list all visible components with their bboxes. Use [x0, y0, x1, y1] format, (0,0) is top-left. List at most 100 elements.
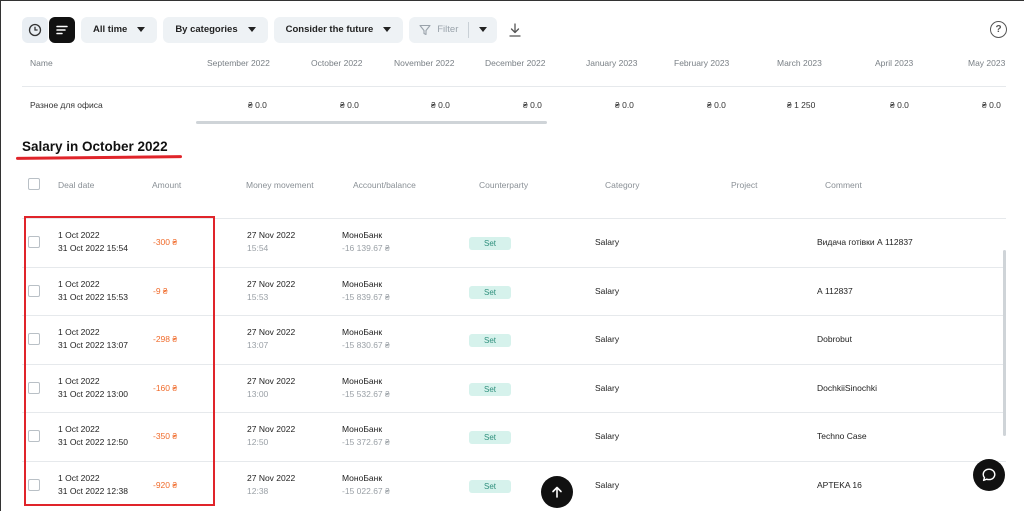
scroll-to-top-button[interactable]	[541, 476, 573, 508]
account-balance: -15 532.67 ₴	[342, 389, 390, 399]
comment-cell: А 112837	[817, 286, 853, 296]
move-date: 27 Nov 2022	[247, 424, 296, 434]
account-cell: МоноБанк -15 839.67 ₴	[342, 278, 390, 304]
column-header-deal-date[interactable]: Deal date	[58, 180, 94, 190]
toolbar: All time By categories Consider the futu…	[22, 16, 523, 43]
arrow-up-icon	[552, 486, 562, 498]
filter-label: Filter	[437, 24, 459, 35]
monthly-row-name: Разное для офиса	[30, 100, 103, 110]
move-date: 27 Nov 2022	[247, 279, 296, 289]
comment-cell: DochkiiSinochki	[817, 383, 877, 393]
comment-cell: APTEKA 16	[817, 480, 862, 490]
comment-cell: Видача готівки А 112837	[817, 237, 913, 247]
account-balance: -16 139.67 ₴	[342, 243, 390, 253]
move-time: 13:00	[247, 389, 269, 399]
grid-divider	[22, 86, 1006, 87]
clock-icon	[28, 23, 42, 36]
monthly-value: ₴ 0.0	[707, 100, 726, 110]
category-cell: Salary	[595, 480, 620, 490]
grouping-dropdown[interactable]: By categories	[163, 16, 268, 43]
column-header-counterparty[interactable]: Counterparty	[479, 180, 528, 190]
move-time: 13:07	[247, 340, 269, 350]
money-movement-cell: 27 Nov 2022 12:38	[247, 472, 295, 498]
account-balance: -15 022.67 ₴	[342, 486, 390, 496]
move-date: 27 Nov 2022	[247, 230, 296, 240]
chevron-down-icon	[383, 27, 392, 32]
period-dropdown[interactable]: All time	[81, 16, 158, 43]
download-button[interactable]	[507, 20, 523, 40]
account-name: МоноБанк	[342, 473, 383, 483]
money-movement-cell: 27 Nov 2022 15:53	[247, 278, 295, 304]
money-movement-cell: 27 Nov 2022 13:00	[247, 375, 295, 401]
clock-view-button[interactable]	[22, 16, 48, 43]
chat-button[interactable]	[973, 459, 1005, 491]
monthly-value: ₴ 0.0	[340, 100, 359, 110]
counterparty-badge[interactable]: Set	[469, 237, 511, 250]
select-all-checkbox[interactable]	[28, 178, 40, 190]
month-header: September 2022	[207, 58, 270, 68]
column-header-money-movement[interactable]: Money movement	[246, 180, 314, 190]
month-header: April 2023	[875, 58, 914, 68]
account-cell: МоноБанк -15 022.67 ₴	[342, 472, 390, 498]
counterparty-badge[interactable]: Set	[469, 480, 511, 493]
column-header-category[interactable]: Category	[605, 180, 640, 190]
monthly-value: ₴ 0.0	[615, 100, 634, 110]
monthly-value: ₴ 0.0	[523, 100, 542, 110]
counterparty-badge[interactable]: Set	[469, 431, 511, 444]
counterparty-badge[interactable]: Set	[469, 383, 511, 396]
list-icon	[56, 25, 68, 34]
vertical-scrollbar[interactable]	[1003, 250, 1006, 436]
money-movement-cell: 27 Nov 2022 13:07	[247, 326, 295, 352]
future-dropdown[interactable]: Consider the future	[273, 16, 404, 43]
account-cell: МоноБанк -16 139.67 ₴	[342, 229, 390, 255]
category-cell: Salary	[595, 334, 620, 344]
account-cell: МоноБанк -15 830.67 ₴	[342, 326, 390, 352]
download-icon	[509, 22, 522, 37]
column-header-amount[interactable]: Amount	[152, 180, 181, 190]
column-header-account[interactable]: Account/balance	[353, 180, 416, 190]
filter-icon	[419, 24, 431, 35]
filter-button[interactable]: Filter	[409, 16, 498, 43]
name-column-header: Name	[30, 58, 53, 68]
account-balance: -15 830.67 ₴	[342, 340, 390, 350]
account-name: МоноБанк	[342, 424, 383, 434]
help-icon[interactable]: ?	[990, 21, 1007, 38]
month-header: November 2022	[394, 58, 455, 68]
month-header: February 2023	[674, 58, 730, 68]
column-header-comment[interactable]: Comment	[825, 180, 862, 190]
counterparty-badge[interactable]: Set	[469, 286, 511, 299]
highlight-box	[24, 216, 215, 506]
section-title: Salary in October 2022	[22, 139, 168, 154]
month-header: October 2022	[311, 58, 363, 68]
account-name: МоноБанк	[342, 279, 383, 289]
money-movement-cell: 27 Nov 2022 15:54	[247, 229, 295, 255]
account-name: МоноБанк	[342, 230, 383, 240]
chat-icon	[982, 468, 996, 482]
account-cell: МоноБанк -15 532.67 ₴	[342, 375, 390, 401]
title-highlight-underline	[15, 155, 183, 160]
chevron-down-icon	[137, 27, 146, 32]
filter-dropdown-toggle[interactable]	[469, 27, 497, 32]
chevron-down-icon	[247, 27, 256, 32]
monthly-value: ₴ 0.0	[890, 100, 909, 110]
future-dropdown-label: Consider the future	[285, 24, 374, 35]
window-border-left	[0, 0, 1, 511]
category-cell: Salary	[595, 237, 620, 247]
list-view-button[interactable]	[49, 16, 75, 43]
account-cell: МоноБанк -15 372.67 ₴	[342, 423, 390, 449]
monthly-value: ₴ 0.0	[248, 100, 267, 110]
horizontal-scrollbar[interactable]	[196, 121, 547, 124]
move-date: 27 Nov 2022	[247, 473, 296, 483]
window-border-top	[0, 0, 1024, 1]
comment-cell: Techno Case	[817, 431, 867, 441]
counterparty-badge[interactable]: Set	[469, 334, 511, 347]
month-header: January 2023	[586, 58, 638, 68]
month-header: December 2022	[485, 58, 546, 68]
grouping-dropdown-label: By categories	[175, 24, 238, 35]
money-movement-cell: 27 Nov 2022 12:50	[247, 423, 295, 449]
move-date: 27 Nov 2022	[247, 376, 296, 386]
monthly-value: ₴ 0.0	[431, 100, 450, 110]
column-header-project[interactable]: Project	[731, 180, 757, 190]
move-date: 27 Nov 2022	[247, 327, 296, 337]
category-cell: Salary	[595, 431, 620, 441]
